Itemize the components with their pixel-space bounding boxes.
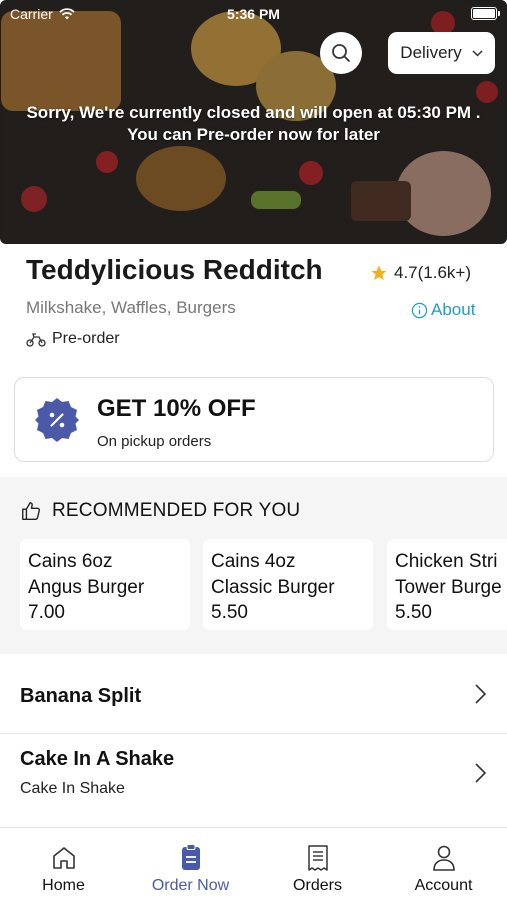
delivery-label: Delivery <box>400 43 462 62</box>
about-label: About <box>431 300 476 319</box>
restaurant-name: Teddylicious Redditch <box>26 254 323 285</box>
star-icon <box>371 265 387 281</box>
tab-bar: Home Order Now Orders Account <box>0 827 507 900</box>
recommended-card[interactable]: Cains 6oz Angus Burger 7.00 <box>20 539 190 630</box>
item-price: 5.50 <box>395 602 432 623</box>
account-icon <box>432 845 455 871</box>
tab-orders[interactable]: Orders <box>254 828 381 900</box>
tab-label: Orders <box>293 877 342 894</box>
item-name-line-2: Tower Burge <box>395 577 502 598</box>
menu-category-title: Banana Split <box>20 685 142 707</box>
menu-category-title: Cake In A Shake <box>20 748 175 770</box>
chevron-down-icon <box>472 49 483 57</box>
item-name-line-1: Cains 6oz <box>28 551 113 572</box>
cuisine-list: Milkshake, Waffles, Burgers <box>26 298 236 317</box>
scooter-icon <box>26 333 46 347</box>
recommended-card[interactable]: Cains 4oz Classic Burger 5.50 <box>203 539 373 630</box>
about-link[interactable]: About <box>411 300 475 320</box>
delivery-dropdown[interactable]: Delivery <box>388 32 495 74</box>
closed-message: Sorry, We're currently closed and will o… <box>0 102 507 146</box>
item-price: 5.50 <box>211 602 248 623</box>
recommended-title: RECOMMENDED FOR YOU <box>52 500 301 521</box>
menu-category-row[interactable]: Cake In A Shake Cake In Shake <box>0 734 507 826</box>
recommended-header: RECOMMENDED FOR YOU <box>20 500 300 522</box>
item-price: 7.00 <box>28 602 65 623</box>
status-bar: Carrier 5:36 PM <box>0 0 507 28</box>
rating-value: 4.7(1.6k+) <box>394 263 472 282</box>
item-name-line-1: Cains 4oz <box>211 551 296 572</box>
battery-icon <box>471 7 500 20</box>
tab-account[interactable]: Account <box>380 828 507 900</box>
preorder-label: Pre-order <box>52 330 120 347</box>
menu-category-subtitle: Cake In Shake <box>20 780 125 797</box>
item-name-line-2: Angus Burger <box>28 577 145 598</box>
closed-line-2: You can Pre-order now for later <box>127 125 380 144</box>
order-icon <box>181 844 200 870</box>
tab-label: Home <box>42 877 85 894</box>
recommended-section: RECOMMENDED FOR YOU Cains 6oz Angus Burg… <box>0 477 507 654</box>
tab-label: Account <box>414 877 473 894</box>
discount-badge-icon <box>35 398 79 442</box>
search-icon <box>332 44 350 62</box>
closed-line-1: Sorry, We're currently closed and will o… <box>26 103 481 122</box>
info-icon <box>411 302 428 318</box>
offer-title: GET 10% OFF <box>97 395 256 422</box>
recommended-card[interactable]: Chicken Stri Tower Burge 5.50 <box>387 539 507 630</box>
chevron-right-icon <box>475 763 487 783</box>
tab-order-now[interactable]: Order Now <box>127 828 254 900</box>
thumbs-up-icon <box>22 502 41 520</box>
chevron-right-icon <box>475 684 487 704</box>
tab-home[interactable]: Home <box>0 828 127 900</box>
offer-subtitle: On pickup orders <box>97 433 212 450</box>
status-time: 5:36 PM <box>227 6 280 22</box>
preorder-indicator: Pre-order <box>26 330 120 348</box>
tab-label: Order Now <box>151 877 230 894</box>
rating: 4.7(1.6k+) <box>370 263 471 283</box>
menu-category-row[interactable]: Banana Split <box>0 654 507 734</box>
search-button[interactable] <box>320 32 362 74</box>
item-name-line-2: Classic Burger <box>211 577 335 598</box>
home-icon <box>52 847 75 869</box>
item-name-line-1: Chicken Stri <box>395 551 498 572</box>
offer-card[interactable]: GET 10% OFF On pickup orders <box>14 377 494 462</box>
receipt-icon <box>307 845 328 871</box>
